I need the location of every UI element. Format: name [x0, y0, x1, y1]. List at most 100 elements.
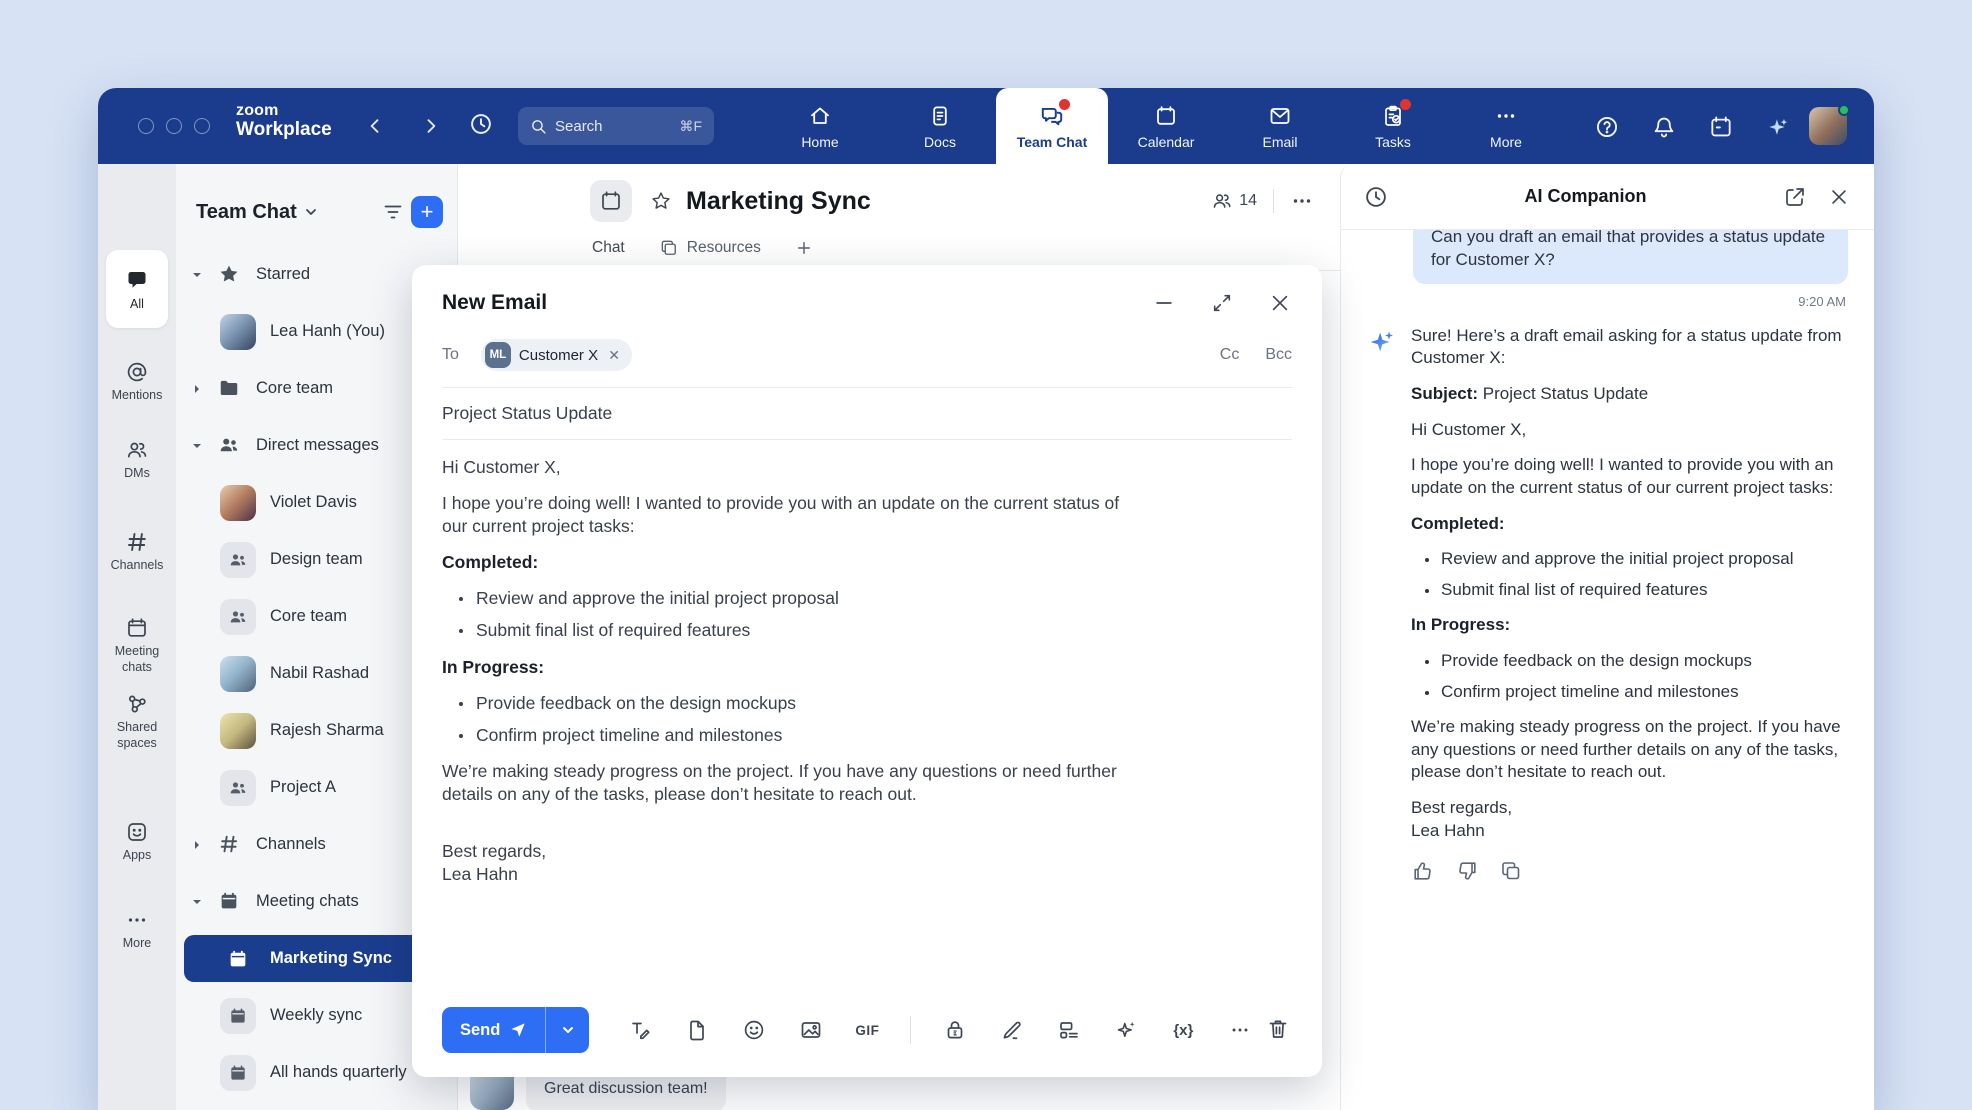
nav-email[interactable]: Email [1224, 88, 1336, 164]
gif-button[interactable]: GIF [855, 1023, 879, 1038]
chat-filled-icon [125, 268, 149, 292]
thumbs-down-button[interactable] [1455, 859, 1479, 883]
nav-docs-label: Docs [924, 134, 956, 150]
window-zoom-button[interactable] [194, 118, 210, 134]
notifications-button[interactable] [1650, 113, 1678, 141]
window-close-button[interactable] [138, 118, 154, 134]
more-dots-icon [1494, 104, 1518, 128]
thumbs-down-icon [1455, 859, 1479, 883]
hash-icon [218, 833, 240, 855]
close-icon [1269, 292, 1291, 314]
panel-title[interactable]: Team Chat [196, 201, 297, 224]
caret-right-icon [191, 383, 203, 395]
docs-icon [928, 104, 952, 128]
list-item: Review and approve the initial project p… [452, 587, 1142, 610]
thumbs-up-button[interactable] [1411, 859, 1435, 883]
ai-companion-topbar-button[interactable] [1764, 113, 1792, 141]
expand-button[interactable] [1210, 291, 1234, 315]
cc-button[interactable]: Cc [1220, 346, 1240, 364]
member-count-button[interactable]: 14 [1211, 190, 1257, 212]
ai-companion-panel: AI Companion Can you draft an email that… [1340, 164, 1874, 1110]
chevron-right-icon [421, 116, 441, 136]
send-button[interactable]: Send [442, 1007, 545, 1053]
plus-icon [795, 239, 813, 257]
minimize-button[interactable] [1152, 291, 1176, 315]
ai-close-button[interactable] [1826, 184, 1852, 210]
rail-item-dms[interactable]: DMs [98, 438, 176, 482]
logo-workplace: Workplace [236, 120, 332, 141]
rail-item-all[interactable]: All [106, 250, 168, 328]
channel-more-button[interactable] [1290, 189, 1314, 213]
nav-tasks-label: Tasks [1375, 134, 1411, 150]
recipient-name: Customer X [519, 347, 598, 364]
ai-history-button[interactable] [1363, 184, 1389, 210]
in-progress-list: Provide feedback on the design mockups C… [452, 692, 1142, 747]
rail-shared-spaces-label: Shared spaces [104, 720, 170, 751]
minimize-icon [1153, 292, 1175, 314]
star-channel-button[interactable] [650, 190, 672, 212]
resources-icon [659, 238, 679, 258]
recipient-chip[interactable]: ML Customer X ✕ [481, 339, 632, 371]
user-avatar[interactable] [1809, 107, 1847, 145]
chevron-left-icon [365, 116, 385, 136]
app-window: zoom Workplace Search ⌘F Home Docs [98, 88, 1874, 1110]
nav-team-chat-label: Team Chat [1017, 134, 1088, 150]
history-button[interactable] [468, 111, 498, 141]
copy-icon [1499, 859, 1523, 883]
members-icon [1211, 190, 1233, 212]
rail-item-more[interactable]: More [98, 908, 176, 952]
ai-conversation[interactable]: Can you draft an email that provides a s… [1341, 230, 1874, 1110]
header-divider [1273, 189, 1274, 213]
list-item-lea-rajesh-1-1[interactable]: Lea/Rajesh 1:1 [176, 1101, 457, 1110]
home-icon [808, 104, 832, 128]
nav-more[interactable]: More [1450, 88, 1562, 164]
to-field[interactable]: To ML Customer X ✕ Cc Bcc [442, 339, 1292, 371]
bcc-button[interactable]: Bcc [1265, 346, 1292, 364]
rail-item-mentions[interactable]: Mentions [98, 360, 176, 404]
nav-docs[interactable]: Docs [884, 88, 996, 164]
format-text-button[interactable] [627, 1017, 653, 1043]
filter-button[interactable] [381, 200, 405, 224]
toolbar-more-button[interactable] [1227, 1017, 1253, 1043]
tab-chat[interactable]: Chat [592, 239, 625, 257]
add-tab-button[interactable] [795, 239, 813, 257]
emoji-button[interactable] [741, 1017, 767, 1043]
remove-recipient-button[interactable]: ✕ [606, 347, 622, 364]
chevron-down-icon[interactable] [303, 204, 319, 220]
rail-item-apps[interactable]: Apps [98, 820, 176, 864]
nav-tasks[interactable]: Tasks [1337, 88, 1449, 164]
copy-button[interactable] [1499, 859, 1523, 883]
close-modal-button[interactable] [1268, 291, 1292, 315]
variables-button[interactable]: {x} [1170, 1017, 1196, 1043]
search-input[interactable]: Search ⌘F [518, 107, 714, 145]
new-chat-button[interactable]: + [411, 196, 443, 228]
nav-team-chat[interactable]: Team Chat [996, 88, 1108, 164]
send-options-button[interactable] [545, 1007, 589, 1053]
nav-home[interactable]: Home [764, 88, 876, 164]
format-text-icon [628, 1018, 652, 1042]
tab-resources[interactable]: Resources [659, 238, 761, 258]
rail-item-channels[interactable]: Channels [98, 530, 176, 574]
subject-field[interactable]: Project Status Update [442, 388, 1292, 439]
toolbar-divider [910, 1016, 911, 1044]
discard-draft-button[interactable] [1266, 1017, 1292, 1043]
forward-button[interactable] [417, 112, 445, 140]
back-button[interactable] [361, 112, 389, 140]
rail-item-shared-spaces[interactable]: Shared spaces [98, 692, 176, 751]
body-closing: We’re making steady progress on the proj… [442, 760, 1142, 806]
encrypt-button[interactable] [942, 1017, 968, 1043]
ai-compose-button[interactable] [1113, 1017, 1139, 1043]
nav-calendar[interactable]: Calendar [1110, 88, 1222, 164]
signature-button[interactable] [999, 1017, 1025, 1043]
window-minimize-button[interactable] [166, 118, 182, 134]
rail-item-meeting-chats[interactable]: Meeting chats [98, 616, 176, 675]
calendar-today-button[interactable] [1707, 113, 1735, 141]
help-button[interactable] [1593, 113, 1621, 141]
attach-file-button[interactable] [684, 1017, 710, 1043]
ai-open-in-window-button[interactable] [1782, 184, 1808, 210]
ai-sparkle-icon [1765, 114, 1791, 140]
template-button[interactable] [1056, 1017, 1082, 1043]
channel-title: Marketing Sync [686, 187, 871, 216]
email-body-editor[interactable]: Hi Customer X, I hope you’re doing well!… [442, 456, 1142, 886]
insert-image-button[interactable] [798, 1017, 824, 1043]
